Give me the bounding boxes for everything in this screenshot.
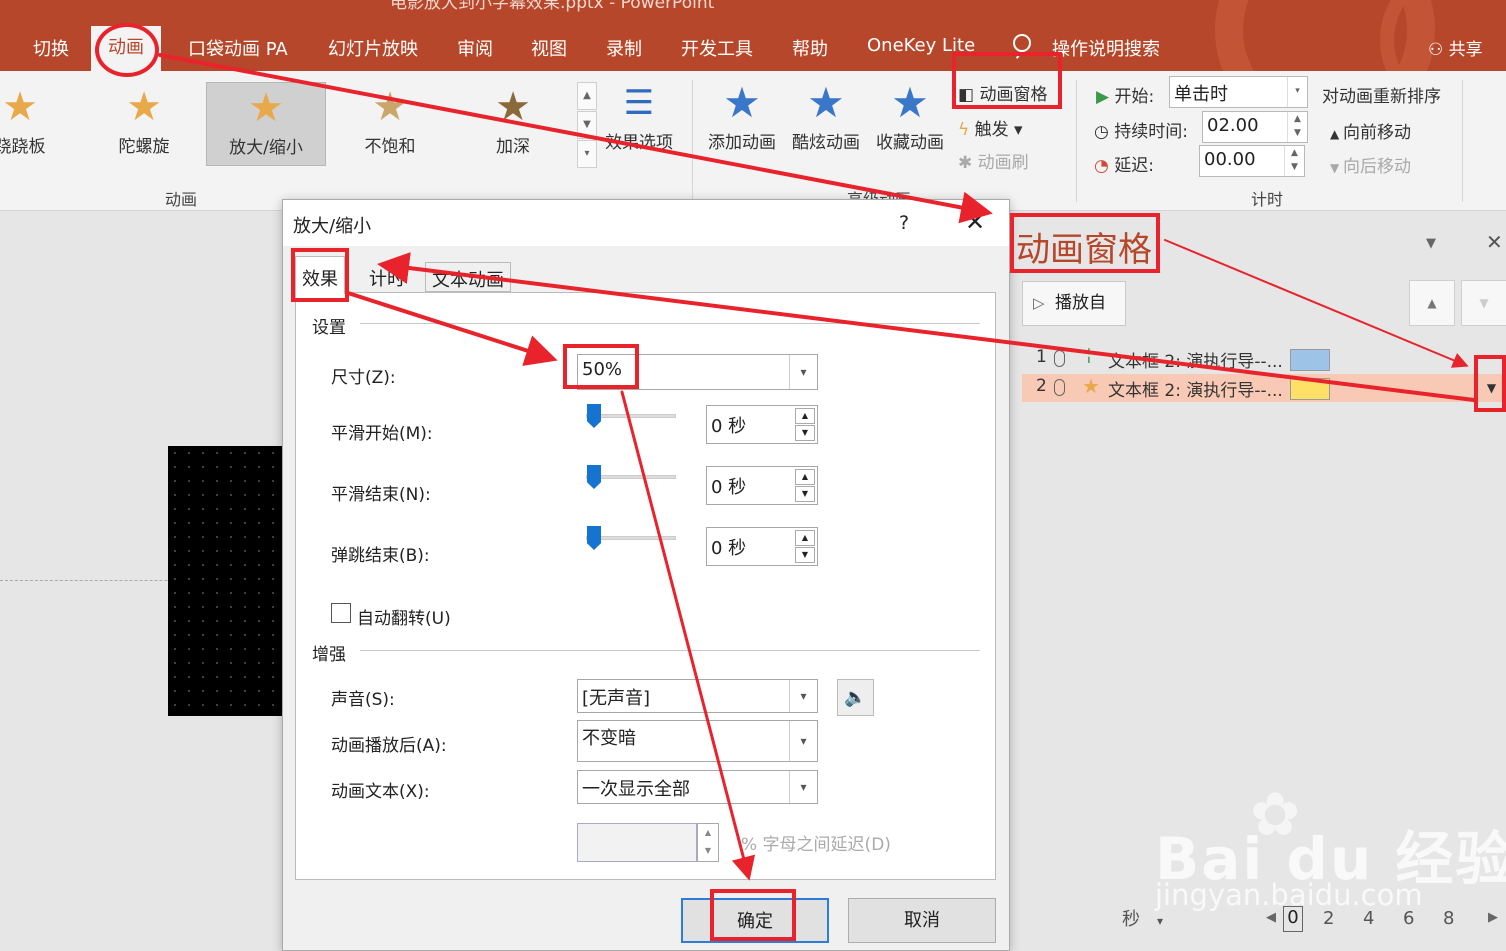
annotation-arrows	[158, 53, 1476, 881]
